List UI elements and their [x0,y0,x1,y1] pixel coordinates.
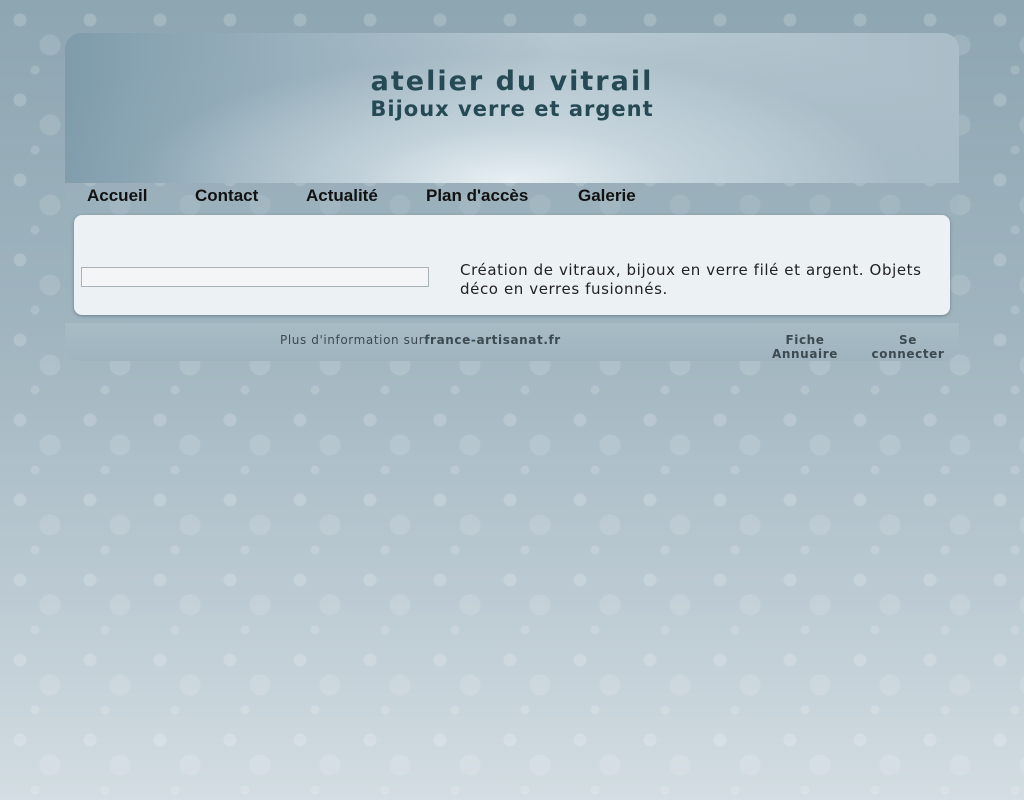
site-title: atelier du vitrail [370,66,654,97]
login-line2: connecter [871,347,945,361]
site-container: atelier du vitrail Bijoux verre et argen… [65,33,959,361]
content-panel: Création de vitraux, bijoux en verre fil… [74,215,950,315]
nav-item-galerie[interactable]: Galerie [578,186,636,206]
nav-item-plan-acces[interactable]: Plan d'accès [426,186,528,206]
login-line1: Se [899,333,917,347]
nav-item-accueil[interactable]: Accueil [87,186,147,206]
login-link[interactable]: Se connecter [863,333,953,361]
site-subtitle: Bijoux verre et argent [370,97,654,121]
fiche-annuaire-line2: Annuaire [772,347,838,361]
fiche-annuaire-link[interactable]: Fiche Annuaire [761,333,849,361]
footer-info-prefix: Plus d'information sur [280,333,425,347]
search-input[interactable] [81,267,429,287]
site-description: Création de vitraux, bijoux en verre fil… [460,261,922,298]
nav-item-contact[interactable]: Contact [195,186,258,206]
footer-info: Plus d'information surfrance-artisanat.f… [280,333,561,347]
france-artisanat-link[interactable]: france-artisanat.fr [424,333,561,347]
fiche-annuaire-line1: Fiche [785,333,825,347]
main-nav: Accueil Contact Actualité Plan d'accès G… [65,183,959,215]
site-header: atelier du vitrail Bijoux verre et argen… [65,33,959,183]
nav-item-actualite[interactable]: Actualité [306,186,378,206]
site-footer: Plus d'information surfrance-artisanat.f… [65,323,959,361]
